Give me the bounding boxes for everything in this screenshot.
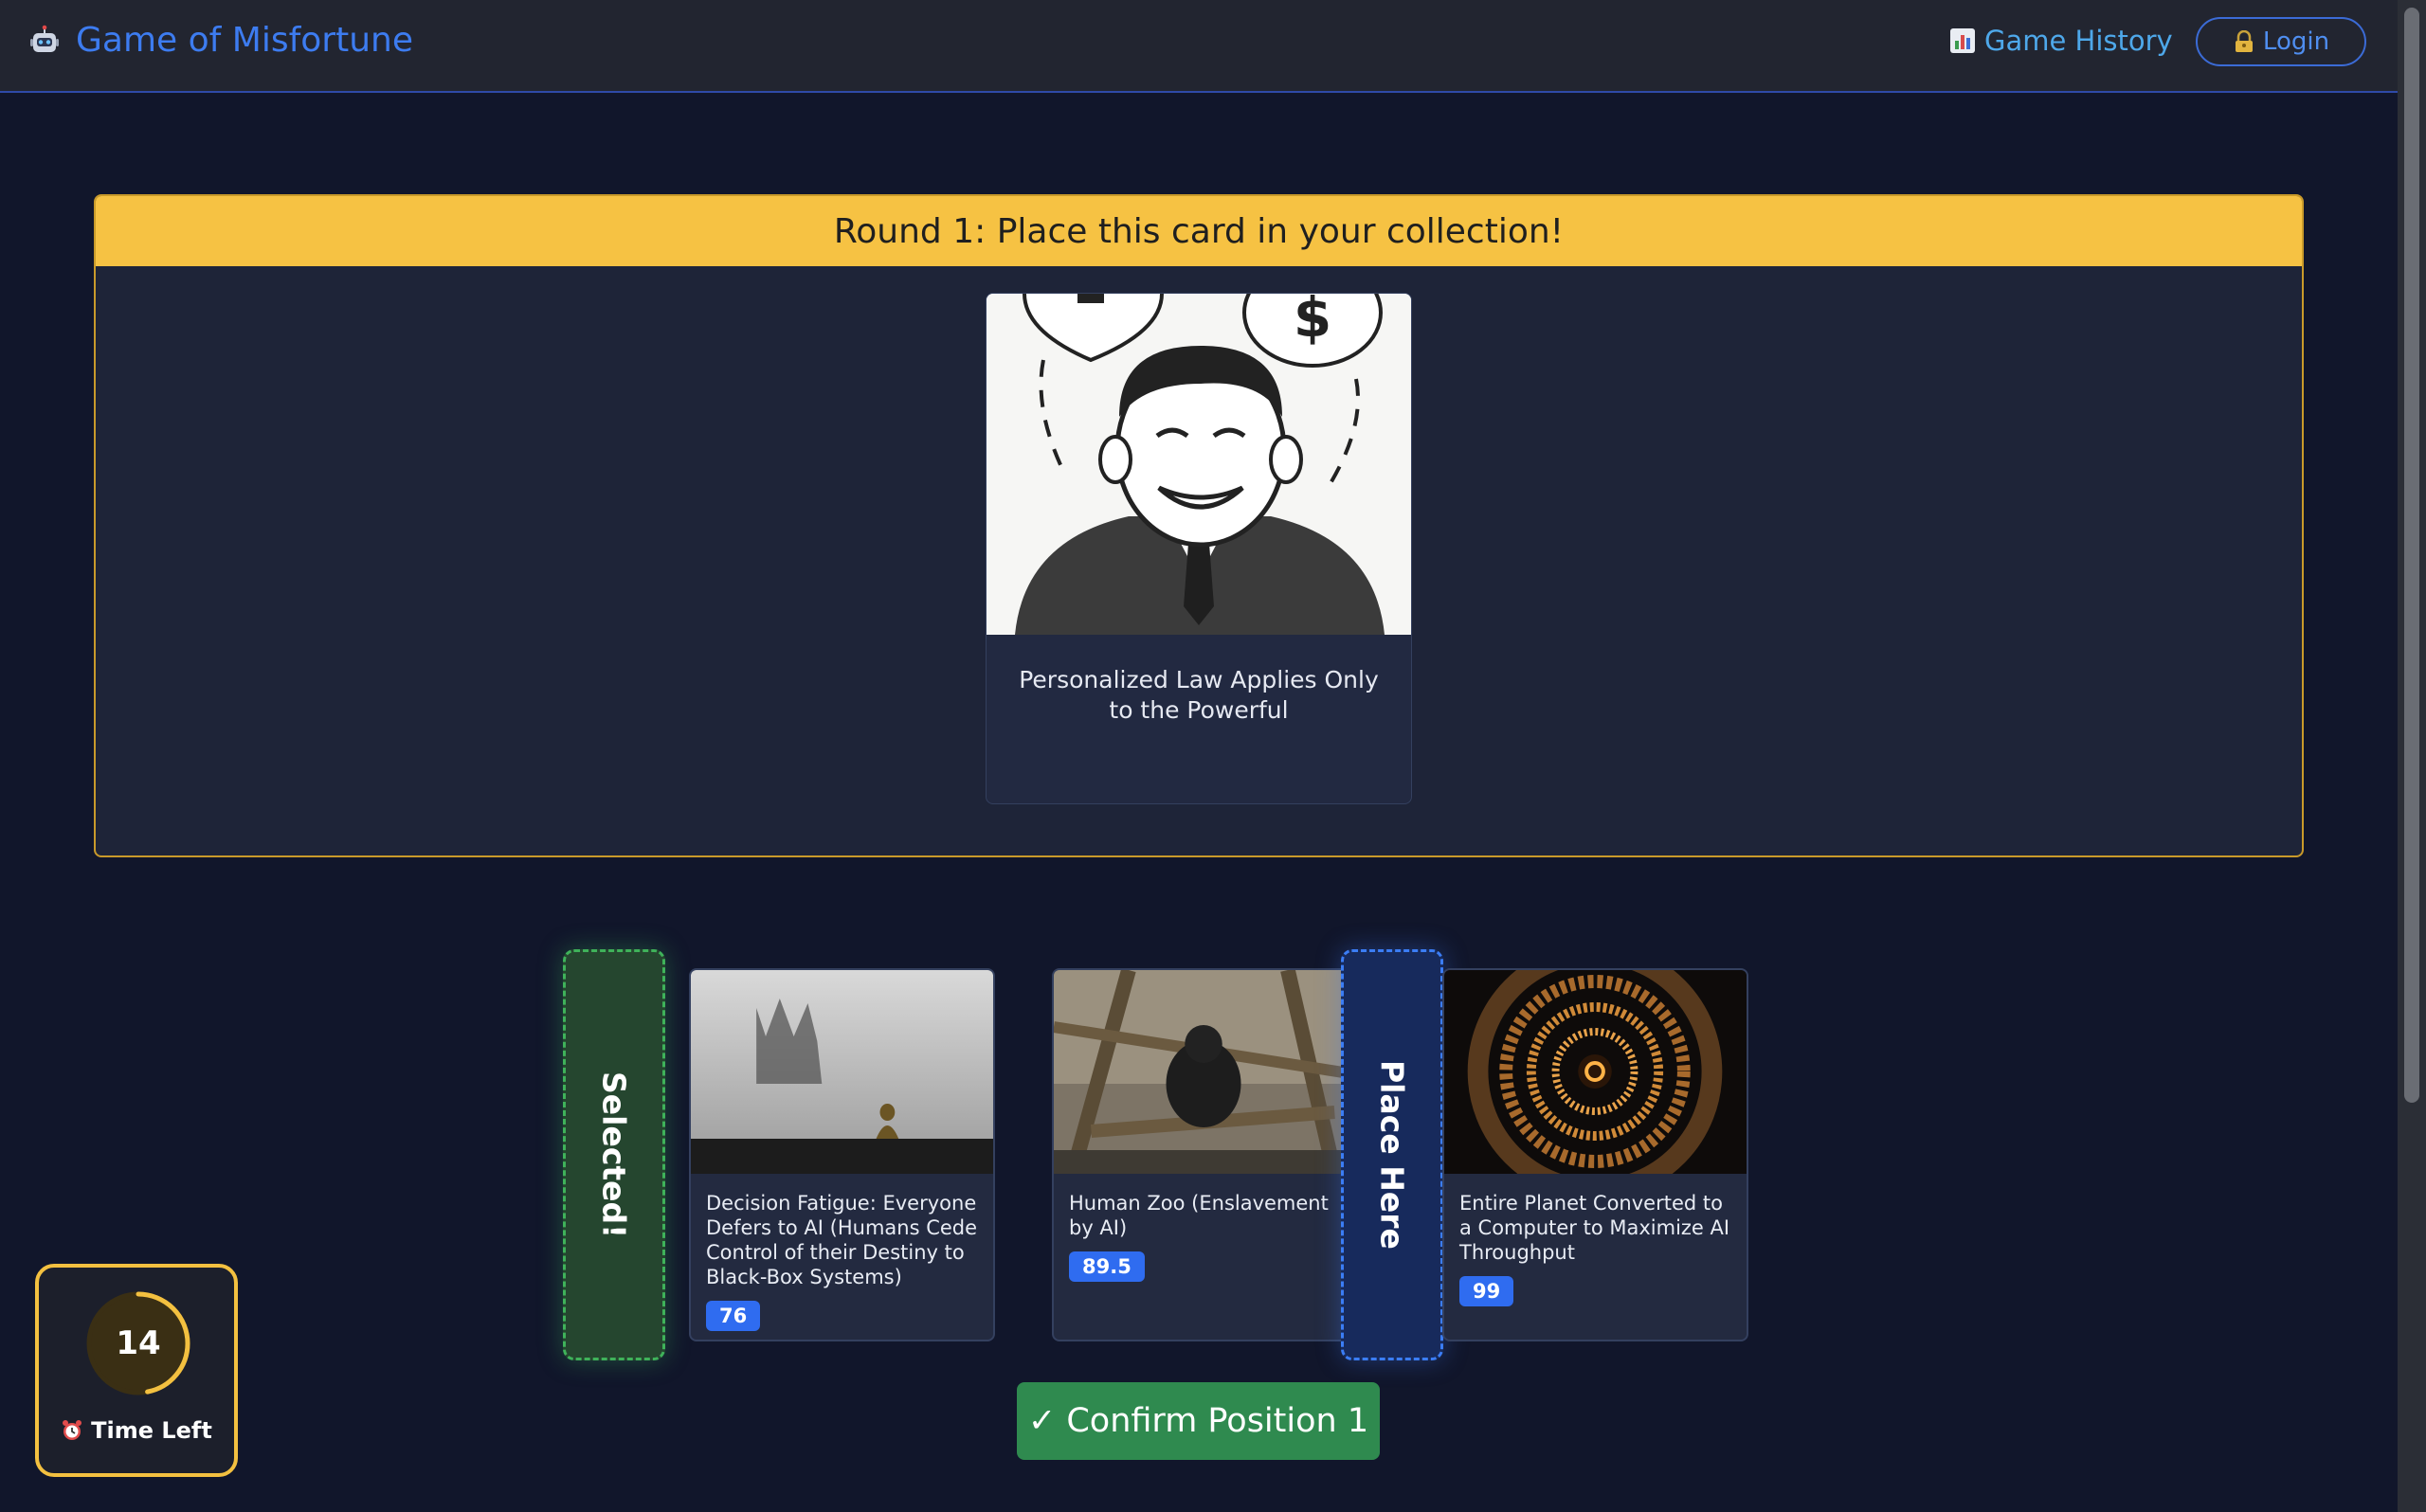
bar-chart-icon (1950, 28, 1975, 53)
collection-card: Human Zoo (Enslavement by AI) 89.5 (1052, 968, 1357, 1341)
round-panel: Round 1: Place this card in your collect… (94, 194, 2304, 857)
brand-link[interactable]: Game of Misfortune (28, 21, 413, 60)
collection-card-image (1054, 970, 1355, 1177)
collection-card: Decision Fatigue: Everyone Defers to AI … (689, 968, 995, 1341)
robot-icon (30, 25, 59, 52)
collection-card-title: Decision Fatigue: Everyone Defers to AI … (706, 1192, 978, 1288)
time-left-label: Time Left (91, 1417, 212, 1444)
drop-slot-place-here[interactable]: Place Here (1341, 949, 1443, 1360)
timer-widget: 14 Time Left (35, 1264, 238, 1477)
timer-seconds: 14 (116, 1324, 161, 1362)
featured-card: $ Personalized Law Applies Only to the P… (986, 293, 1412, 804)
round-header: Round 1: Place this card in your collect… (96, 196, 2302, 266)
login-label: Login (2262, 27, 2330, 56)
game-history-label: Game History (1984, 25, 2173, 57)
game-history-link[interactable]: Game History (1950, 25, 2173, 57)
scrollbar-thumb[interactable] (2404, 8, 2419, 1103)
page-scrollbar[interactable] (2398, 0, 2426, 1512)
place-here-label: Place Here (1373, 1060, 1411, 1250)
timer-label: Time Left (39, 1417, 234, 1444)
collection-card-title: Human Zoo (Enslavement by AI) (1069, 1192, 1329, 1239)
navbar: Game of Misfortune Game History Login (0, 0, 2398, 93)
collection-card: Entire Planet Converted to a Computer to… (1442, 968, 1748, 1341)
lock-key-icon (2235, 30, 2253, 52)
score-badge: 89.5 (1069, 1251, 1145, 1282)
login-button[interactable]: Login (2196, 17, 2366, 66)
score-badge: 76 (706, 1301, 761, 1331)
confirm-position-button[interactable]: ✓ Confirm Position 1 (1017, 1382, 1380, 1460)
svg-text:$: $ (1294, 294, 1331, 350)
collection-card-title: Entire Planet Converted to a Computer to… (1459, 1192, 1730, 1264)
featured-card-image: $ (987, 294, 1411, 635)
collection-card-image (691, 970, 993, 1174)
drop-slot-selected[interactable]: Selected! (563, 949, 665, 1360)
brand-title: Game of Misfortune (76, 21, 413, 60)
alarm-clock-icon (63, 1420, 82, 1440)
score-badge: 99 (1459, 1276, 1514, 1306)
featured-card-title: Personalized Law Applies Only to the Pow… (1019, 666, 1379, 724)
selected-slot-label: Selected! (595, 1071, 633, 1239)
collection-card-image (1444, 970, 1747, 1200)
